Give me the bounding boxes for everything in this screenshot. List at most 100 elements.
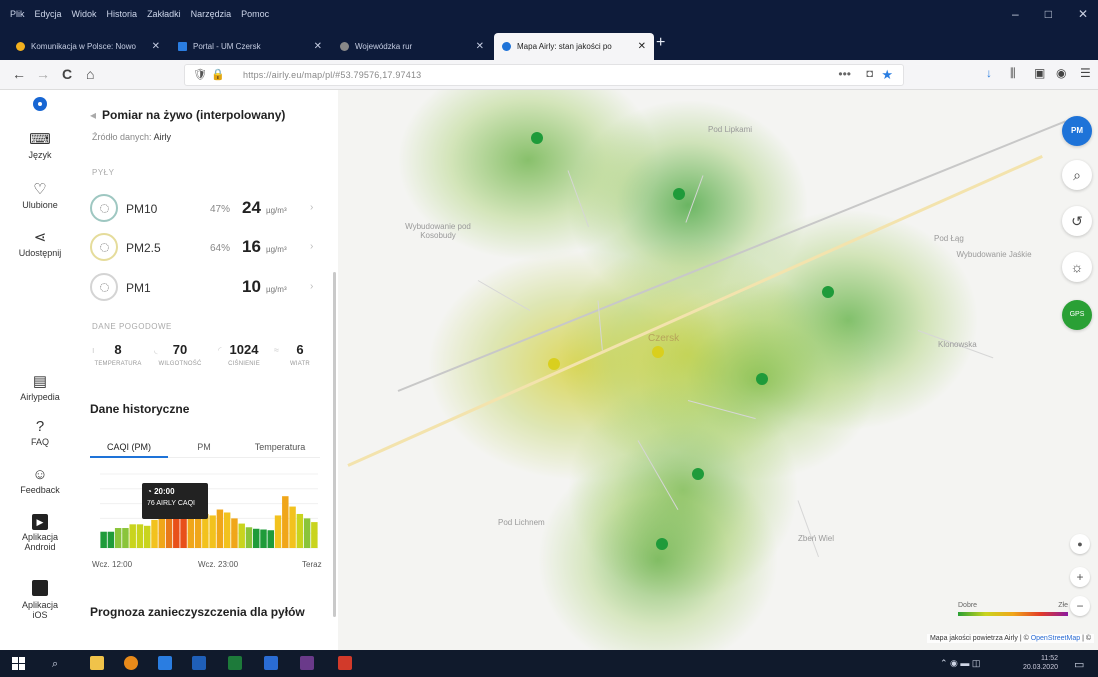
chart-bar[interactable] <box>238 523 245 548</box>
menu-history[interactable]: Historia <box>107 9 138 19</box>
menu-edit[interactable]: Edycja <box>35 9 62 19</box>
locate-button[interactable]: GPS <box>1062 300 1092 330</box>
reload-button[interactable]: C <box>62 66 72 82</box>
word-icon[interactable] <box>264 656 278 670</box>
pm-layer-button[interactable]: PM <box>1062 116 1092 146</box>
chart-bar[interactable] <box>274 515 282 548</box>
tab-close-icon[interactable]: ✕ <box>152 41 160 52</box>
chart-bar[interactable] <box>311 522 318 548</box>
app-icon[interactable] <box>158 656 172 670</box>
url-text[interactable]: https://airly.eu/map/pl/#53.79576,17.974… <box>243 70 421 80</box>
zoom-in-button[interactable]: + <box>1070 567 1090 587</box>
file-explorer-icon[interactable] <box>90 656 104 670</box>
menu-tools[interactable]: Narzędzia <box>191 9 232 19</box>
chart-bar[interactable] <box>202 513 209 548</box>
nav-favorites[interactable]: ♡ Ulubione <box>0 180 80 210</box>
chart-bar[interactable] <box>245 527 253 548</box>
chart-bar[interactable] <box>216 509 224 548</box>
sensor-marker[interactable] <box>673 188 685 200</box>
nav-ios-app[interactable]: Aplikacja iOS <box>0 580 80 620</box>
sensor-marker[interactable] <box>822 286 834 298</box>
history-icon[interactable]: ↺ <box>1062 206 1092 236</box>
nav-language[interactable]: ⌨ Język <box>0 130 80 160</box>
chart-bar[interactable] <box>129 524 136 548</box>
collapse-arrow-icon[interactable]: ◂ <box>90 108 96 122</box>
chart-bar[interactable] <box>231 518 238 548</box>
nav-airlypedia[interactable]: ▤ Airlypedia <box>0 372 80 402</box>
maximize-button[interactable]: □ <box>1045 7 1052 21</box>
clock[interactable]: 11:52 20.03.2020 <box>1023 654 1058 672</box>
tab-close-icon[interactable]: ✕ <box>476 41 484 52</box>
windows-start-icon[interactable] <box>12 657 25 670</box>
menu-file[interactable]: Plik <box>10 9 25 19</box>
back-button[interactable]: ← <box>12 66 26 82</box>
tab-temperature[interactable]: Temperatura <box>240 442 320 452</box>
menu-bookmarks[interactable]: Zakładki <box>147 9 181 19</box>
chart-bar[interactable] <box>158 516 165 548</box>
notifications-icon[interactable]: ▭ <box>1074 658 1084 671</box>
air-quality-map[interactable]: Pod Lipkami Wybudowanie pod Kosobudy Pod… <box>338 90 1098 650</box>
nav-android-app[interactable]: ▶ Aplikacja Android <box>0 514 80 552</box>
chart-bar[interactable] <box>209 515 216 548</box>
tab-1[interactable]: Portal - UM Czersk ✕ <box>170 33 330 60</box>
chart-bar[interactable] <box>151 519 158 548</box>
close-window-button[interactable]: ✕ <box>1078 7 1088 21</box>
sensor-marker[interactable] <box>548 358 560 370</box>
forward-button[interactable]: → <box>36 66 50 82</box>
home-button[interactable]: ⌂ <box>86 66 94 82</box>
tab-caqi[interactable]: CAQI (PM) <box>90 442 168 452</box>
app-icon[interactable] <box>192 656 206 670</box>
chart-bar[interactable] <box>253 528 260 548</box>
more-icon[interactable]: ••• <box>838 67 851 81</box>
airly-logo-icon[interactable] <box>33 97 47 111</box>
chart-bar[interactable] <box>303 518 311 548</box>
sensor-marker[interactable] <box>652 346 664 358</box>
tab-3-active[interactable]: Mapa Airly: stan jakości po ✕ <box>494 33 654 60</box>
sensor-marker[interactable] <box>692 468 704 480</box>
pm25-row[interactable]: PM2.5 64% 16 µg/m³ › <box>90 233 330 265</box>
nav-faq[interactable]: ? FAQ <box>0 418 80 447</box>
chart-bar[interactable] <box>296 513 304 548</box>
search-icon[interactable]: ⌕ <box>1062 160 1092 190</box>
minimize-button[interactable]: – <box>1012 7 1019 21</box>
app-icon[interactable] <box>300 656 314 670</box>
search-icon[interactable]: ⌕ <box>52 658 58 671</box>
tab-0[interactable]: Komunikacja w Polsce: Nowo ✕ <box>8 33 168 60</box>
compass-icon[interactable]: ● <box>1070 534 1090 554</box>
chart-bar[interactable] <box>267 530 274 548</box>
sensor-marker[interactable] <box>531 132 543 144</box>
pm1-row[interactable]: PM1 10 µg/m³ › <box>90 273 330 305</box>
pdf-icon[interactable] <box>338 656 352 670</box>
osm-link[interactable]: OpenStreetMap <box>1031 635 1080 642</box>
sidebar-icon[interactable]: ▣ <box>1034 66 1045 80</box>
download-icon[interactable]: ↓ <box>986 66 992 80</box>
menu-view[interactable]: Widok <box>72 9 97 19</box>
hamburger-menu-icon[interactable]: ☰ <box>1080 66 1091 80</box>
tab-close-icon[interactable]: ✕ <box>638 41 646 52</box>
sensor-marker[interactable] <box>656 538 668 550</box>
firefox-icon[interactable] <box>124 656 138 670</box>
menu-help[interactable]: Pomoc <box>241 9 269 19</box>
zoom-out-button[interactable]: − <box>1070 596 1090 616</box>
wind-icon[interactable]: ☼ <box>1062 252 1092 282</box>
chart-bar[interactable] <box>144 525 151 548</box>
chart-bar[interactable] <box>289 506 296 548</box>
chart-bar[interactable] <box>107 531 115 548</box>
nav-share[interactable]: ⋖ Udostępnij <box>0 228 80 258</box>
nav-feedback[interactable]: ☺ Feedback <box>0 466 80 495</box>
tab-close-icon[interactable]: ✕ <box>314 41 322 52</box>
pm10-row[interactable]: PM10 47% 24 µg/m³ › <box>90 194 330 226</box>
chart-bar[interactable] <box>114 528 122 548</box>
chart-bar[interactable] <box>282 496 289 548</box>
url-bar[interactable]: 🛡 🔒 https://airly.eu/map/pl/#53.79576,17… <box>184 64 904 86</box>
chart-bar[interactable] <box>136 524 144 548</box>
pocket-icon[interactable]: ◘ <box>866 68 873 80</box>
bookmark-star-icon[interactable]: ★ <box>881 67 893 83</box>
tab-2[interactable]: Wojewódzka rur ✕ <box>332 33 492 60</box>
sensor-marker[interactable] <box>756 373 768 385</box>
chart-bar[interactable] <box>223 512 231 548</box>
new-tab-button[interactable]: + <box>656 34 665 52</box>
account-icon[interactable]: ◉ <box>1056 66 1066 80</box>
tab-pm[interactable]: PM <box>168 442 240 452</box>
chart-bar[interactable] <box>260 529 267 549</box>
